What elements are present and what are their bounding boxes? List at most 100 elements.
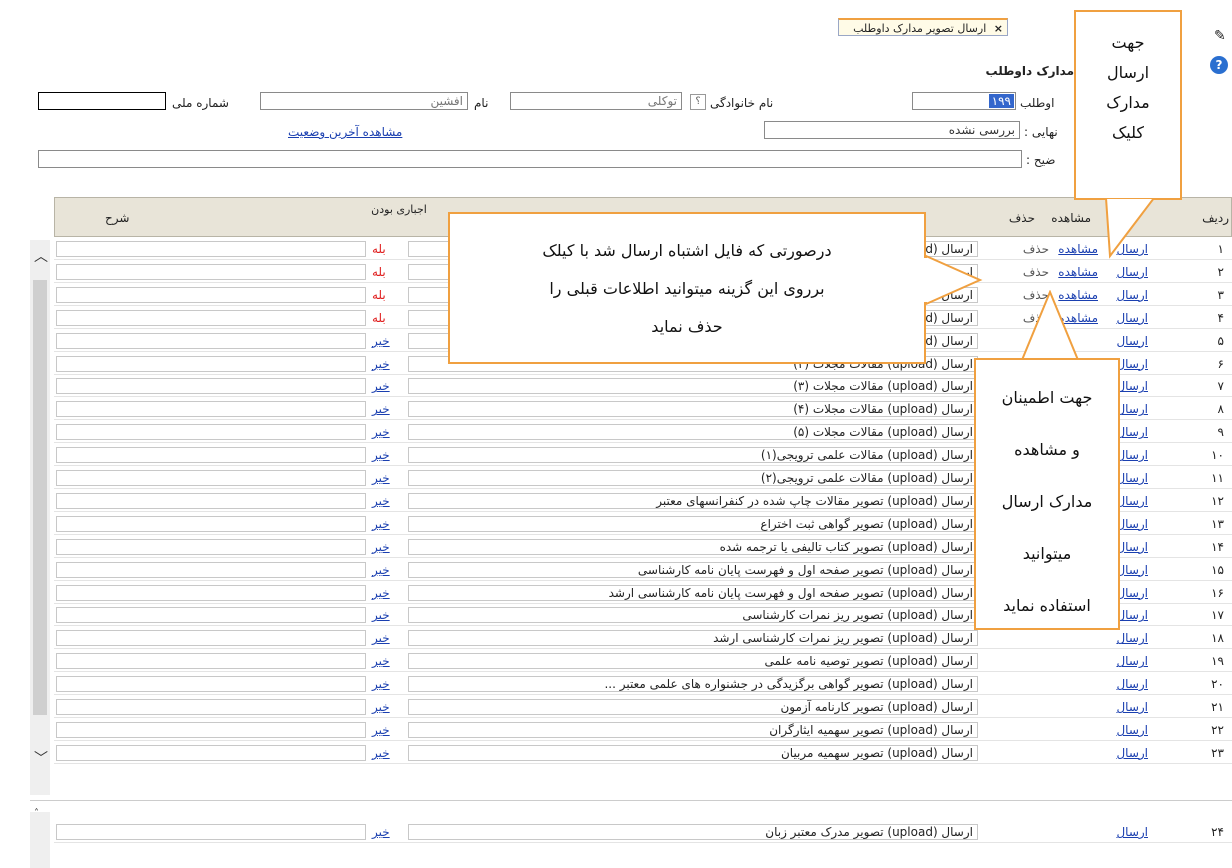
row-description	[56, 699, 366, 715]
explanation-field	[38, 150, 1022, 168]
send-link[interactable]: ارسال	[1116, 723, 1148, 737]
row-description	[56, 309, 366, 326]
callout-send-line: کلیک	[1111, 123, 1145, 142]
row-description	[56, 492, 366, 509]
row-title: ارسال (upload) مقالات علمی ترویجی(۱)	[408, 447, 978, 464]
national-id-label: شماره ملی	[172, 96, 229, 110]
callout-send-pointer	[1104, 198, 1156, 259]
row-description	[56, 263, 366, 280]
help-icon[interactable]: ?	[1210, 56, 1228, 74]
send-link[interactable]: ارسال	[1116, 654, 1148, 668]
send-link[interactable]: ارسال	[1116, 540, 1148, 554]
table-row: ۲۱ ارسال ارسال (upload) تصویر کارنامه آزمو…	[54, 697, 1232, 718]
row-description	[56, 744, 366, 761]
header-description: شرح	[105, 211, 130, 225]
tab-label: ارسال تصویر مدارک داوطلب	[853, 22, 987, 35]
send-link[interactable]: ارسال	[1116, 517, 1148, 531]
row-number: ۱۰	[1211, 448, 1224, 463]
header-view: مشاهده	[1051, 211, 1091, 225]
table-row: ۲۳ ارسال ارسال (upload) تصویر سهمیه مربیان…	[54, 743, 1232, 764]
row-number: ۱۸	[1211, 631, 1224, 646]
callout-view: جهت اطمینان و مشاهده مدارک ارسال میتوانی…	[974, 358, 1120, 630]
extra-scrollbar[interactable]: ˄	[30, 808, 50, 868]
row-title: ارسال (upload) تصویر ریز نمرات کارشناسی	[408, 607, 978, 624]
row-number: ۳	[1217, 287, 1224, 302]
row-description	[56, 378, 366, 395]
header-row: ردیف	[1202, 211, 1229, 225]
send-link[interactable]: ارسال	[1116, 448, 1148, 462]
row-title: ارسال (upload) تصویر صفحه اول و فهرست پا…	[408, 561, 978, 578]
callout-send-line: ارسال	[1106, 63, 1150, 82]
required-value: خیر	[372, 825, 390, 839]
send-link[interactable]: ارسال	[1116, 608, 1148, 622]
send-link[interactable]: ارسال	[1116, 677, 1148, 691]
send-link[interactable]: ارسال	[1116, 311, 1148, 325]
send-link[interactable]: ارسال	[1116, 288, 1148, 302]
required-value: خیر	[372, 745, 390, 760]
callout-send-line: مدارک	[1106, 93, 1150, 112]
scrollbar-thumb[interactable]	[33, 280, 47, 715]
send-link[interactable]: ارسال	[1116, 357, 1148, 371]
callout-view-line: استفاده نماید	[1003, 596, 1091, 615]
row-description	[56, 515, 366, 532]
send-link[interactable]: ارسال	[1116, 746, 1148, 760]
send-link[interactable]: ارسال	[1116, 586, 1148, 600]
send-link[interactable]: ارسال	[1116, 379, 1148, 393]
send-link[interactable]: ارسال	[1116, 402, 1148, 416]
header-required: اجباری بودن	[371, 203, 427, 216]
applicant-field[interactable]: ۱۹۹	[912, 92, 1016, 110]
send-link[interactable]: ارسال	[1116, 700, 1148, 714]
send-link[interactable]: ارسال	[1116, 563, 1148, 577]
final-status-field: بررسی نشده	[764, 121, 1020, 139]
view-link[interactable]: مشاهده	[1058, 242, 1098, 256]
required-value: خیر	[372, 562, 390, 577]
send-link[interactable]: ارسال	[1116, 825, 1148, 839]
close-icon[interactable]: ×	[994, 22, 1003, 35]
row-number: ۱۷	[1211, 608, 1224, 623]
send-link[interactable]: ارسال	[1116, 265, 1148, 279]
row-number: ۲۲	[1211, 722, 1224, 737]
send-link[interactable]: ارسال	[1116, 494, 1148, 508]
table-row: ۲۲ ارسال ارسال (upload) تصویر سهمیه ایثارگ…	[54, 720, 1232, 741]
lookup-icon[interactable]: ؟	[690, 94, 706, 110]
send-link[interactable]: ارسال	[1116, 471, 1148, 485]
chevron-up-icon[interactable]: ︿	[34, 246, 48, 266]
row-title: ارسال (upload) تصویر مدرک معتبر زبان	[408, 824, 978, 840]
required-value: خیر	[372, 379, 390, 394]
delete-link[interactable]: حذف	[1023, 265, 1049, 279]
row-number: ۱۴	[1211, 539, 1224, 554]
row-description	[56, 241, 366, 257]
send-link[interactable]: ارسال	[1116, 334, 1148, 348]
row-title: ارسال (upload) تصویر گواهی ثبت اختراع	[408, 515, 978, 532]
row-description	[56, 584, 366, 601]
row-description	[56, 538, 366, 555]
tab-send-documents[interactable]: × ارسال تصویر مدارک داوطلب	[838, 18, 1008, 36]
send-link[interactable]: ارسال	[1116, 425, 1148, 439]
explanation-label: ضیح :	[1026, 153, 1056, 167]
chevron-down-icon[interactable]: ﹀	[34, 748, 48, 768]
chevron-up-icon[interactable]: ˄	[34, 808, 39, 819]
last-name-field[interactable]: توکلی	[510, 92, 682, 110]
required-value: بله	[372, 264, 386, 279]
national-id-field[interactable]	[38, 92, 166, 110]
required-value: خیر	[372, 471, 390, 485]
row-number: ۶	[1217, 356, 1224, 371]
toolbar-icon[interactable]: ✎	[1214, 28, 1226, 44]
row-title: ارسال (upload) تصویر سهمیه مربیان	[408, 744, 978, 761]
delete-link[interactable]: حذف	[1023, 242, 1049, 256]
row-description	[56, 424, 366, 441]
last-status-link[interactable]: مشاهده آخرین وضعیت	[288, 125, 402, 139]
row-number: ۱	[1217, 242, 1224, 256]
callout-delete-line: درصورتی که فایل اشتباه ارسال شد با کیلک	[542, 241, 832, 260]
callout-view-line: و مشاهده	[1014, 440, 1080, 459]
row-number: ۲۱	[1211, 700, 1224, 714]
row-title: ارسال (upload) تصویر سهمیه ایثارگران	[408, 721, 978, 738]
view-link[interactable]: مشاهده	[1058, 265, 1098, 279]
send-link[interactable]: ارسال	[1116, 631, 1148, 645]
first-name-field[interactable]: افشین	[260, 92, 468, 110]
row-title: ارسال (upload) مقالات مجلات (۳)	[408, 378, 978, 395]
required-value: خیر	[372, 448, 390, 463]
table-scrollbar[interactable]: ︿ ﹀	[30, 240, 50, 795]
row-title: ارسال (upload) تصویر توصیه نامه علمی	[408, 653, 978, 670]
required-value: بله	[372, 242, 386, 256]
